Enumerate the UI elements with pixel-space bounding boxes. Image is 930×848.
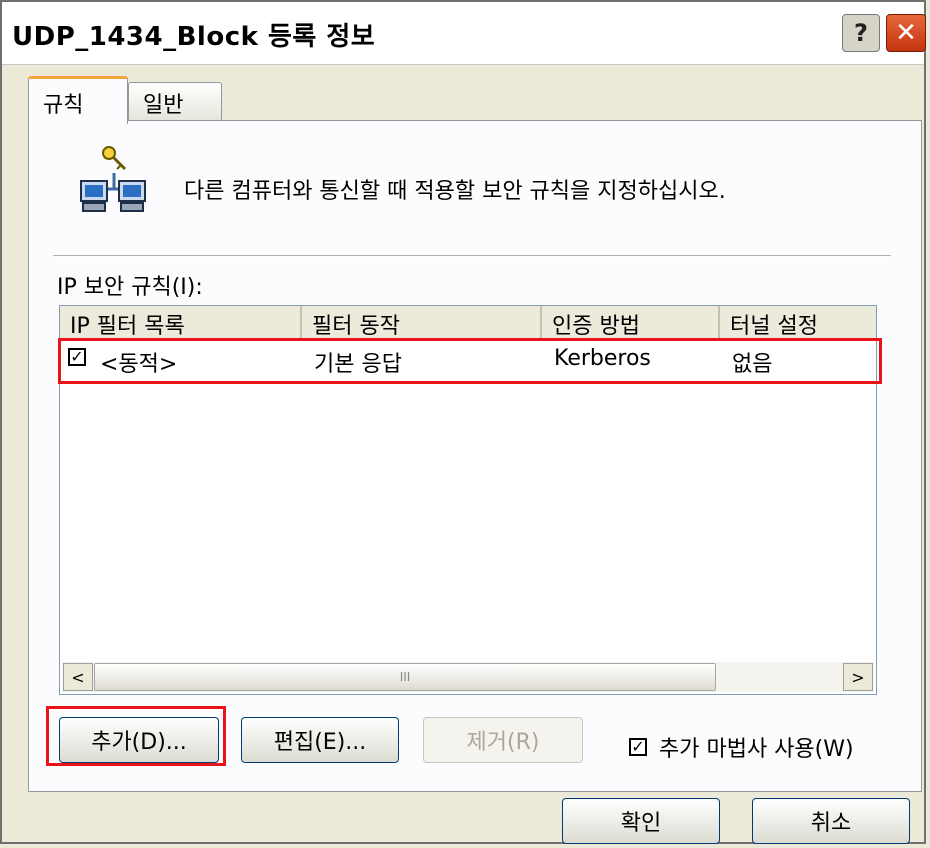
column-header-filter-action[interactable]: 필터 동작 [302, 306, 542, 340]
scroll-left-button[interactable]: < [63, 663, 93, 691]
wizard-checkbox-box[interactable]: ✓ [629, 738, 647, 756]
cell-filter-list: <동적> [100, 352, 178, 377]
scroll-right-button[interactable]: > [843, 663, 873, 691]
rules-panel: 다른 컴퓨터와 통신할 때 적용할 보안 규칙을 지정하십시오. IP 보안 규… [28, 120, 922, 792]
network-computers-key-icon [80, 146, 146, 212]
remove-button[interactable]: 제거(R) [423, 717, 583, 763]
cell-auth-method: Kerberos [554, 346, 651, 371]
ip-security-rules-label: IP 보안 규칙(I): [57, 275, 203, 300]
window-title: UDP_1434_Block 등록 정보 [12, 22, 376, 52]
rule-checkbox[interactable]: ✓ [68, 348, 86, 366]
title-bar[interactable]: UDP_1434_Block 등록 정보 ? ✕ [2, 2, 926, 65]
use-add-wizard-checkbox[interactable]: ✓ 추가 마법사 사용(W) [629, 731, 854, 763]
table-row[interactable]: ✓ <동적> 기본 응답 Kerberos 없음 [60, 340, 876, 380]
tab-rules[interactable]: 규칙 [28, 76, 128, 124]
ok-button[interactable]: 확인 [562, 798, 720, 844]
help-button[interactable]: ? [842, 14, 880, 52]
cell-tunnel: 없음 [732, 352, 773, 377]
wizard-checkbox-label: 추가 마법사 사용(W) [659, 737, 854, 762]
list-header: IP 필터 목록 필터 동작 인증 방법 터널 설정 [60, 306, 876, 341]
ip-security-rules-list[interactable]: IP 필터 목록 필터 동작 인증 방법 터널 설정 ✓ <동적> 기본 응답 … [59, 305, 877, 695]
scroll-thumb[interactable]: III [94, 663, 716, 691]
properties-dialog: UDP_1434_Block 등록 정보 ? ✕ 규칙 일반 다른 컴퓨터와 통… [0, 0, 926, 844]
close-button[interactable]: ✕ [886, 14, 926, 52]
grip-icon: III [399, 670, 411, 684]
column-header-tunnel-setting[interactable]: 터널 설정 [720, 306, 876, 340]
description-text: 다른 컴퓨터와 통신할 때 적용할 보안 규칙을 지정하십시오. [184, 179, 726, 204]
add-button[interactable]: 추가(D)... [59, 717, 219, 763]
column-header-ip-filter-list[interactable]: IP 필터 목록 [60, 306, 302, 340]
cell-filter-action: 기본 응답 [314, 352, 402, 377]
column-header-auth-method[interactable]: 인증 방법 [542, 306, 720, 340]
tab-general[interactable]: 일반 [128, 82, 222, 120]
separator [53, 255, 891, 257]
horizontal-scrollbar[interactable]: < III > [62, 662, 874, 692]
edit-button[interactable]: 편집(E)... [241, 717, 399, 763]
cancel-button[interactable]: 취소 [752, 798, 910, 844]
